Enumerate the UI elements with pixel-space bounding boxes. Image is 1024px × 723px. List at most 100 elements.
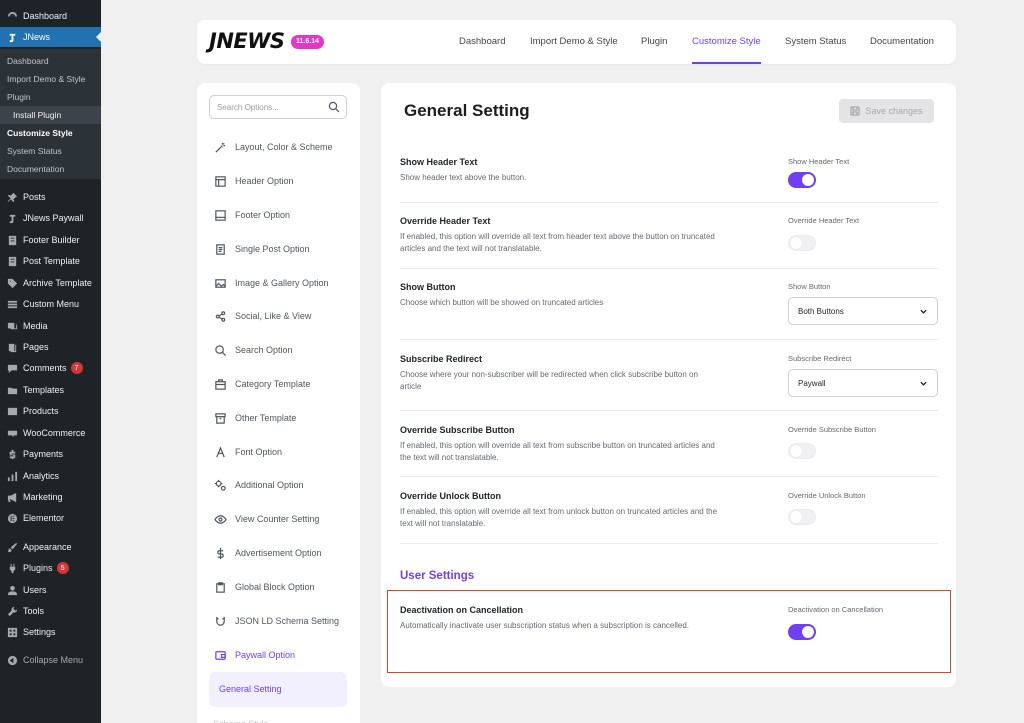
setting-description: If enabled, this option will override al… [400, 232, 715, 253]
wp-menu-settings[interactable]: Settings [0, 622, 101, 642]
document-icon [213, 242, 227, 256]
override-subscribe-button-toggle[interactable] [788, 443, 816, 459]
override-unlock-button-toggle[interactable] [788, 509, 816, 525]
tab-system-status[interactable]: System Status [785, 20, 846, 64]
tab-import-demo[interactable]: Import Demo & Style [530, 20, 618, 64]
option-advertisement[interactable]: Advertisement Option [209, 538, 347, 568]
folder-icon [6, 384, 18, 396]
option-global-block[interactable]: Global Block Option [209, 572, 347, 602]
tab-documentation[interactable]: Documentation [870, 20, 934, 64]
deactivation-on-cancellation-toggle[interactable] [788, 624, 816, 640]
chevron-down-icon [920, 309, 927, 314]
wp-admin-sidebar: Dashboard JNews Dashboard Import Demo & … [0, 0, 101, 723]
wp-menu-plugins[interactable]: Plugins 5 [0, 558, 101, 578]
option-footer[interactable]: Footer Option [209, 200, 347, 230]
suboption-general-setting[interactable]: General Setting [209, 672, 347, 707]
subscribe-redirect-select[interactable]: Paywall [788, 369, 938, 397]
tab-plugin[interactable]: Plugin [641, 20, 667, 64]
option-image-gallery[interactable]: Image & Gallery Option [209, 268, 347, 298]
wp-menu-templates[interactable]: Templates [0, 380, 101, 400]
tab-customize-style[interactable]: Customize Style [692, 20, 761, 64]
plugins-count-badge: 5 [56, 562, 69, 574]
option-json-ld-schema[interactable]: JSON LD Schema Setting [209, 606, 347, 636]
dashboard-icon [6, 10, 18, 22]
submenu-import-demo[interactable]: Import Demo & Style [0, 70, 101, 88]
active-tab-indicator [692, 62, 761, 64]
plugin-icon [6, 562, 18, 574]
search-options-input[interactable] [217, 101, 322, 114]
override-header-text-toggle[interactable] [788, 235, 816, 251]
wp-menu-marketing[interactable]: Marketing [0, 487, 101, 507]
wp-menu-tools[interactable]: Tools [0, 601, 101, 621]
footer-icon [213, 208, 227, 222]
wp-menu-label: Settings [23, 627, 56, 637]
control-label: Subscribe Redirect [788, 354, 852, 363]
wp-menu-jnews[interactable]: JNews [0, 27, 101, 47]
option-label: Social, Like & View [235, 311, 312, 321]
wp-menu-label: Comments [23, 363, 67, 373]
submenu-customize-style[interactable]: Customize Style [0, 124, 101, 142]
wp-menu-elementor[interactable]: Elementor [0, 508, 101, 528]
option-label: Header Option [235, 176, 294, 186]
wp-menu-label: Marketing [23, 492, 63, 502]
setting-description: Choose which button will be showed on tr… [400, 298, 604, 307]
suboption-scheme-style[interactable]: Scheme Style [213, 719, 269, 723]
option-single-post[interactable]: Single Post Option [209, 234, 347, 264]
wp-menu-custom-menu[interactable]: Custom Menu [0, 294, 101, 314]
submenu-install-plugin[interactable]: Install Plugin [0, 106, 101, 124]
jnews-logo: JNEWS [209, 29, 285, 53]
submenu-system-status[interactable]: System Status [0, 142, 101, 160]
wp-menu-payments[interactable]: Payments [0, 444, 101, 464]
wp-menu-label: Dashboard [23, 11, 68, 21]
font-icon [213, 445, 227, 459]
option-category-template[interactable]: Category Template [209, 369, 347, 399]
wp-menu-appearance[interactable]: Appearance [0, 537, 101, 557]
setting-title: Subscribe Redirect [400, 354, 483, 364]
option-search[interactable]: Search Option [209, 335, 347, 365]
wp-menu-archive-template[interactable]: Archive Template [0, 273, 101, 293]
wp-menu-media[interactable]: Media [0, 316, 101, 336]
option-label: Search Option [235, 345, 293, 355]
setting-override-header-text: Override Header Text If enabled, this op… [400, 203, 938, 269]
submenu-dashboard[interactable]: Dashboard [0, 52, 101, 70]
option-other-template[interactable]: Other Template [209, 403, 347, 433]
jnews-icon [6, 31, 18, 43]
elementor-icon [6, 512, 18, 524]
option-font[interactable]: Font Option [209, 437, 347, 467]
wp-menu-jnews-paywall[interactable]: JNews Paywall [0, 208, 101, 228]
setting-show-button: Show Button Choose which button will be … [400, 269, 938, 340]
submenu-documentation[interactable]: Documentation [0, 160, 101, 178]
option-layout-color-scheme[interactable]: Layout, Color & Scheme [209, 132, 347, 162]
wp-menu-pages[interactable]: Pages [0, 337, 101, 357]
toggle-knob [790, 445, 802, 457]
dollar-icon [213, 546, 227, 560]
option-paywall[interactable]: Paywall Option [209, 640, 347, 670]
option-additional[interactable]: Additional Option [209, 470, 347, 500]
wp-collapse-menu[interactable]: Collapse Menu [0, 650, 101, 670]
wp-menu-woocommerce[interactable]: WooCommerce [0, 423, 101, 443]
search-icon[interactable] [328, 101, 340, 113]
wp-menu-users[interactable]: Users [0, 580, 101, 600]
option-header[interactable]: Header Option [209, 166, 347, 196]
wp-menu-label: Users [23, 585, 47, 595]
save-changes-button[interactable]: Save changes [839, 99, 934, 123]
settings-panel: General Setting Save changes Show Header… [381, 83, 956, 687]
wp-menu-analytics[interactable]: Analytics [0, 466, 101, 486]
option-label: Single Post Option [235, 244, 310, 254]
woocommerce-icon [6, 427, 18, 439]
option-view-counter[interactable]: View Counter Setting [209, 504, 347, 534]
wp-menu-label: Post Template [23, 256, 80, 266]
wp-menu-products[interactable]: Products [0, 401, 101, 421]
wp-menu-post-template[interactable]: Post Template [0, 251, 101, 271]
option-social-like-view[interactable]: Social, Like & View [209, 301, 347, 331]
jnews-icon [6, 212, 18, 224]
tab-dashboard[interactable]: Dashboard [459, 20, 505, 64]
wp-menu-footer-builder[interactable]: Footer Builder [0, 230, 101, 250]
wp-menu-dashboard[interactable]: Dashboard [0, 6, 101, 26]
select-value: Paywall [798, 378, 826, 388]
show-header-text-toggle[interactable] [788, 172, 816, 188]
wp-menu-posts[interactable]: Posts [0, 187, 101, 207]
show-button-select[interactable]: Both Buttons [788, 297, 938, 325]
submenu-plugin[interactable]: Plugin [0, 88, 101, 106]
wp-menu-comments[interactable]: Comments 7 [0, 358, 101, 378]
